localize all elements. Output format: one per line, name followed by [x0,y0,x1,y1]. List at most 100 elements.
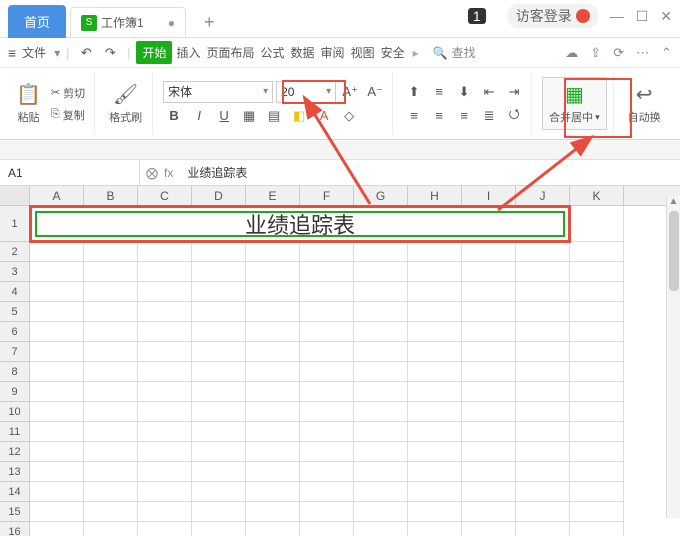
menu-tab-pagelayout[interactable]: 页面布局 [205,41,257,64]
col-header[interactable]: E [246,186,300,205]
format-painter-button[interactable]: 🖌 格式刷 [105,80,146,127]
decrease-font-icon[interactable]: A⁻ [364,81,386,103]
share-icon[interactable]: ⇪ [590,45,601,61]
row-header[interactable]: 10 [0,402,30,422]
name-box[interactable]: A1 [0,160,140,185]
font-color-icon[interactable]: A [313,105,335,127]
col-header[interactable]: D [192,186,246,205]
cancel-formula-icon[interactable]: ⨂ [146,166,158,180]
row-header[interactable]: 4 [0,282,30,302]
undo-icon[interactable]: ↶ [75,42,97,64]
row-header[interactable]: 5 [0,302,30,322]
col-header[interactable]: K [570,186,624,205]
fill-color-icon[interactable]: ◧ [288,105,310,127]
italic-icon[interactable]: I [188,105,210,127]
col-header[interactable]: J [516,186,570,205]
tab-document[interactable]: S 工作簿1 ● [70,7,186,37]
tab-home[interactable]: 首页 [8,5,66,38]
align-right-icon[interactable]: ≡ [453,105,475,127]
menu-tab-insert[interactable]: 插入 [174,41,202,64]
new-tab-button[interactable]: + [196,8,223,37]
col-header[interactable]: G [354,186,408,205]
indent-increase-icon[interactable]: ⇥ [503,81,525,103]
row-header[interactable]: 15 [0,502,30,522]
menu-bar: ≡ 文件 ▾ | ↶ ↷ | 开始 插入 页面布局 公式 数据 审阅 视图 安全… [0,38,680,68]
row-header[interactable]: 1 [0,206,30,242]
collapse-ribbon-icon[interactable]: ⌃ [661,45,672,61]
scroll-up-icon[interactable]: ▲ [667,196,680,207]
spreadsheet-icon: S [81,15,97,31]
border-icon[interactable]: ▦ [238,105,260,127]
search-label[interactable]: 查找 [452,44,476,61]
indent-decrease-icon[interactable]: ⇤ [478,81,500,103]
align-bottom-icon[interactable]: ⬇ [453,81,475,103]
merged-cell-a1-j1[interactable]: 业绩追踪表 [30,206,570,242]
col-header[interactable]: B [84,186,138,205]
cut-button[interactable]: ✂剪切 [48,83,88,103]
bold-icon[interactable]: B [163,105,185,127]
orientation-icon[interactable]: ⭯ [503,105,525,127]
menu-file[interactable]: 文件 [22,44,46,61]
wrap-text-button[interactable]: ↩ 自动换 [624,80,665,127]
menu-tab-security[interactable]: 安全 [379,41,407,64]
maximize-icon[interactable]: ☐ [636,8,649,25]
cell-style-icon[interactable]: ▤ [263,105,285,127]
notification-badge[interactable]: 1 [468,8,486,24]
scrollbar-thumb[interactable] [669,211,679,291]
row-header[interactable]: 3 [0,262,30,282]
copy-button[interactable]: ⎘复制 [48,105,88,125]
align-justify-icon[interactable]: ≣ [478,105,500,127]
font-name-combo[interactable]: 宋体 ▾ [163,81,273,103]
sync-icon[interactable]: ⟳ [613,45,624,61]
row-header[interactable]: 8 [0,362,30,382]
menu-overflow-icon[interactable]: ▸ [413,46,419,60]
vertical-scrollbar[interactable]: ▲ [666,196,680,518]
menu-tab-data[interactable]: 数据 [289,41,317,64]
hamburger-icon[interactable]: ≡ [8,45,16,61]
avatar-icon [576,9,590,23]
col-header[interactable]: F [300,186,354,205]
col-header[interactable]: H [408,186,462,205]
guest-login-button[interactable]: 访客登录 [508,4,598,28]
font-size-combo[interactable]: 20 ▾ [276,81,336,103]
row-header[interactable]: 11 [0,422,30,442]
close-icon[interactable]: ✕ [660,8,672,25]
cloud-icon[interactable]: ☁ [565,45,578,61]
align-center-icon[interactable]: ≡ [428,105,450,127]
col-header[interactable]: A [30,186,84,205]
row-header[interactable]: 7 [0,342,30,362]
paste-icon: 📋 [16,82,41,107]
row-header[interactable]: 16 [0,522,30,536]
formula-input[interactable]: 业绩追踪表 [179,164,255,181]
file-dropdown-icon[interactable]: ▾ [54,46,60,60]
menu-tab-review[interactable]: 审阅 [319,41,347,64]
row-header[interactable]: 12 [0,442,30,462]
align-middle-icon[interactable]: ≡ [428,81,450,103]
row-header[interactable]: 13 [0,462,30,482]
align-left-icon[interactable]: ≡ [403,105,425,127]
more-icon[interactable]: ⋯ [636,45,649,61]
merge-center-button[interactable]: ▦ 合并居中▾ [542,77,607,130]
col-header[interactable]: C [138,186,192,205]
menu-tab-start[interactable]: 开始 [136,41,172,64]
underline-icon[interactable]: U [213,105,235,127]
col-header[interactable]: I [462,186,516,205]
minimize-icon[interactable]: — [610,8,624,24]
select-all-corner[interactable] [0,186,30,205]
merge-center-label: 合并居中 [549,109,593,125]
increase-font-icon[interactable]: A⁺ [339,81,361,103]
menu-tab-view[interactable]: 视图 [349,41,377,64]
row-header[interactable]: 6 [0,322,30,342]
cells-area[interactable]: 业绩追踪表 [30,206,624,536]
align-top-icon[interactable]: ⬆ [403,81,425,103]
redo-icon[interactable]: ↷ [99,42,121,64]
menu-tab-formula[interactable]: 公式 [259,41,287,64]
search-icon[interactable]: 🔍 [433,46,448,60]
row-header[interactable]: 2 [0,242,30,262]
font-name-value: 宋体 [168,83,192,100]
fx-icon[interactable]: fx [164,166,173,180]
row-header[interactable]: 9 [0,382,30,402]
row-header[interactable]: 14 [0,482,30,502]
clear-format-icon[interactable]: ◇ [338,105,360,127]
paste-button[interactable]: 📋 粘贴 [12,80,45,127]
